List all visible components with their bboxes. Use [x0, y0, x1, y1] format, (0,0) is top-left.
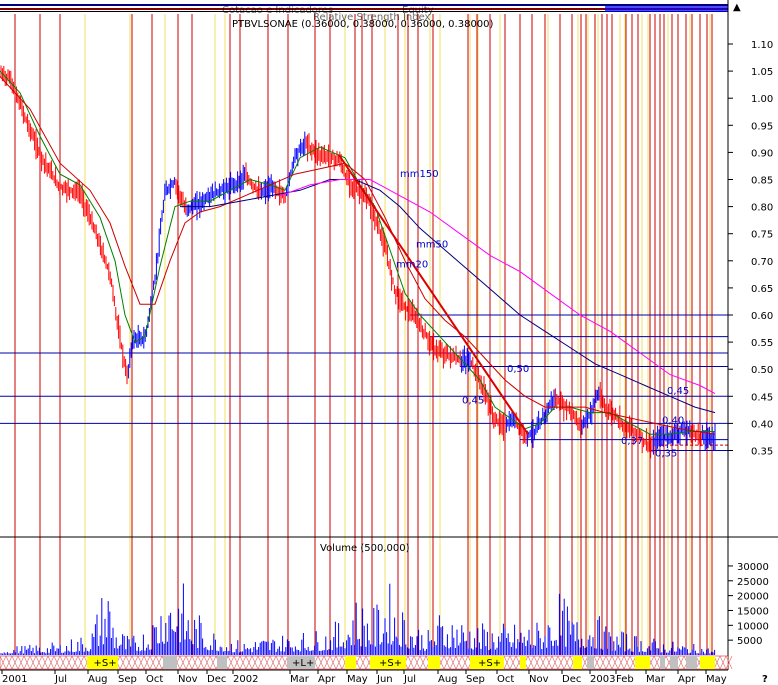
date-tick-label: Sep — [118, 674, 137, 685]
overlay-title-3: Equity — [402, 5, 434, 16]
volume-tick-label: 20000 — [737, 592, 769, 603]
chart-canvas: mm150 mm50 mm20 0,50 0,45 0,45 0,40 0,37 0,35 1.… — [0, 0, 778, 685]
level-annotation: 0,35 — [655, 449, 677, 460]
signal-label: +S+ — [478, 658, 501, 669]
signal-label: +S+ — [94, 658, 117, 669]
date-tick-label: 2002 — [233, 674, 258, 685]
date-tick-label: Jul — [403, 674, 416, 685]
signal-block — [700, 656, 715, 669]
chart-background — [0, 0, 778, 685]
signal-label: +L+ — [292, 658, 314, 669]
price-tick-label: 1.05 — [751, 67, 773, 78]
price-tick-label: 0.80 — [751, 203, 773, 214]
signal-block — [660, 656, 665, 669]
axis-up-arrow: ▲ — [733, 2, 741, 13]
overlay-blue-dots — [605, 6, 728, 12]
level-annotation: 0,50 — [507, 364, 529, 375]
price-tick-label: 0.55 — [751, 338, 773, 349]
signal-block — [587, 656, 594, 669]
date-tick-label: Sep — [466, 674, 485, 685]
signal-block — [428, 656, 440, 669]
volume-tick-label: 30000 — [737, 562, 769, 573]
signal-block — [573, 656, 582, 669]
date-tick-label: Jul — [54, 674, 67, 685]
date-tick-label: Aug — [88, 674, 108, 685]
level-annotation: mm50 — [416, 239, 448, 250]
date-tick-label: Dec — [207, 674, 226, 685]
level-annotation: 0,40 — [662, 415, 684, 426]
overlay-bar-1 — [0, 4, 728, 6]
price-tick-label: 0.85 — [751, 176, 773, 187]
volume-tick-label: 25000 — [737, 577, 769, 588]
signal-block — [217, 656, 227, 669]
signal-block — [345, 656, 356, 669]
price-tick-label: 0.70 — [751, 257, 773, 268]
signal-block — [670, 656, 678, 669]
level-annotation: 0,45 — [667, 386, 689, 397]
date-tick-label: Nov — [178, 674, 198, 685]
signal-label: +S+ — [379, 658, 402, 669]
date-tick-label: Nov — [529, 674, 549, 685]
price-tick-label: 0.75 — [751, 230, 773, 241]
price-tick-label: 0.65 — [751, 284, 773, 295]
price-tick-label: 0.60 — [751, 311, 773, 322]
price-tick-label: 0.35 — [751, 447, 773, 458]
level-annotation: 0,45 — [462, 395, 484, 406]
date-tick-label: Apr — [318, 674, 336, 685]
price-tick-label: 0.90 — [751, 148, 773, 159]
date-tick-label: Oct — [146, 674, 163, 685]
signal-block — [686, 656, 697, 669]
date-tick-label: May — [347, 674, 368, 685]
date-tick-label: May — [706, 674, 727, 685]
price-tick-label: 0.45 — [751, 392, 773, 403]
volume-tick-label: 5000 — [737, 636, 762, 647]
date-tick-label: Mar — [646, 674, 666, 685]
date-tick-label: 2001 — [2, 674, 27, 685]
price-tick-label: 1.10 — [751, 40, 773, 51]
corner-help-symbol[interactable]: ? — [762, 674, 768, 685]
date-tick-label: Jun — [376, 674, 393, 685]
date-tick-label: Aug — [438, 674, 458, 685]
volume-tick-label: 10000 — [737, 621, 769, 632]
date-tick-label: 2003 — [590, 674, 615, 685]
level-annotation: 0,37 — [621, 436, 643, 447]
signal-block — [163, 656, 177, 669]
volume-tick-label: 15000 — [737, 607, 769, 618]
date-tick-label: Dec — [562, 674, 581, 685]
signal-block — [520, 656, 526, 669]
price-tick-label: 0.95 — [751, 121, 773, 132]
date-tick-label: Feb — [616, 674, 634, 685]
price-tick-label: 0.40 — [751, 419, 773, 430]
date-tick-label: Apr — [678, 674, 696, 685]
price-tick-label: 1.00 — [751, 94, 773, 105]
level-annotation: mm20 — [396, 259, 428, 270]
price-tick-label: 0.50 — [751, 365, 773, 376]
date-tick-label: Oct — [497, 674, 514, 685]
signal-block — [635, 656, 650, 669]
volume-title: Volume (500,000) — [320, 543, 410, 554]
date-tick-label: Mar — [290, 674, 310, 685]
level-annotation: mm150 — [400, 169, 439, 180]
signal-strip-layer: +S+ +L+ +S+ +S+ — [0, 655, 733, 670]
